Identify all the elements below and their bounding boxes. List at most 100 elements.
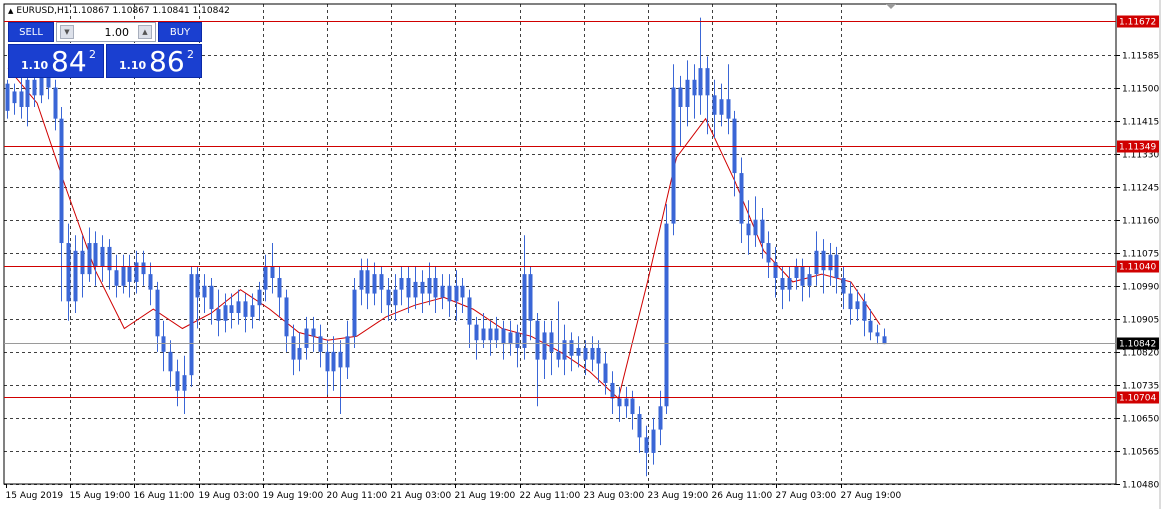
candle-body (318, 336, 323, 352)
candle-body (73, 250, 78, 302)
candle-body (379, 274, 384, 290)
candle-body (25, 79, 30, 107)
candle-body (678, 87, 683, 107)
x-tick-label: 26 Aug 11:00 (712, 491, 773, 501)
candle-body (841, 278, 846, 294)
collapse-triangle-icon[interactable]: ▲ (8, 7, 13, 15)
candle-body (447, 285, 452, 302)
x-tick-label: 27 Aug 19:00 (841, 491, 902, 501)
candle-body (855, 301, 860, 310)
candle-body (794, 266, 799, 279)
x-tick-label: 20 Aug 11:00 (327, 491, 388, 501)
candle-body (127, 266, 132, 282)
candle-body (365, 270, 370, 294)
candle-body (522, 274, 527, 348)
y-tick-label: 1.11415 (1122, 118, 1159, 128)
lot-increase-icon[interactable]: ▲ (138, 25, 152, 39)
x-tick-label: 15 Aug 19:00 (70, 491, 131, 501)
candle-body (331, 351, 336, 372)
candle-body (100, 246, 105, 267)
candle-body (821, 250, 826, 271)
candle-body (59, 118, 64, 244)
candle-body (644, 437, 649, 453)
candle-body (501, 328, 506, 345)
candle-body (80, 250, 85, 275)
x-tick-label: 27 Aug 03:00 (776, 491, 837, 501)
candle-body (651, 429, 656, 453)
candle-body (467, 297, 472, 325)
candle-body (542, 332, 547, 360)
level-price-tag-text: 1.11040 (1119, 263, 1156, 273)
candle-body (291, 336, 296, 360)
candle-body (515, 332, 520, 348)
candle-body (474, 324, 479, 341)
sell-price-button[interactable]: 1.10 84 2 (8, 44, 104, 78)
current-price-tag-text: 1.10842 (1119, 340, 1156, 350)
buy-button[interactable]: BUY (158, 22, 202, 42)
candle-body (671, 87, 676, 224)
x-tick-label: 22 Aug 11:00 (520, 491, 581, 501)
candle-body (705, 68, 710, 96)
candle-body (243, 301, 248, 317)
y-tick-label: 1.10820 (1122, 349, 1159, 359)
buy-price-button[interactable]: 1.10 86 2 (106, 44, 202, 78)
candle-body (141, 262, 146, 275)
lot-decrease-icon[interactable]: ▼ (60, 25, 74, 39)
candle-body (223, 305, 228, 321)
candle-body (297, 347, 302, 360)
candle-body (433, 278, 438, 298)
candle-body (393, 289, 398, 306)
candle-body (556, 351, 561, 360)
x-tick-label: 15 Aug 2019 (6, 491, 64, 501)
chart-window[interactable]: 1.11585 1.11500 1.11415 1.11330 1.11245 1.111… (0, 0, 1163, 509)
candle-body (420, 281, 425, 294)
x-tick-label: 21 Aug 03:00 (391, 491, 452, 501)
lot-size-value[interactable]: 1.00 (105, 26, 130, 39)
x-tick-label: 19 Aug 03:00 (199, 491, 260, 501)
candle-body (549, 332, 554, 352)
candle-body (114, 270, 119, 286)
candle-body (807, 274, 812, 286)
lot-size-field[interactable]: ▼ 1.00 ▲ (56, 22, 156, 42)
sell-price-prefix: 1.10 (21, 59, 49, 72)
candle-body (460, 285, 465, 298)
candle-body (814, 250, 819, 275)
candle-body (93, 243, 98, 267)
y-tick-label: 1.10480 (1122, 481, 1159, 491)
candle-body (494, 328, 499, 341)
candle-body (508, 332, 513, 345)
x-tick-label: 16 Aug 11:00 (134, 491, 195, 501)
level-price-tag-text: 1.11349 (1119, 143, 1156, 153)
candle-body (440, 285, 445, 298)
candle-body (753, 219, 758, 236)
candle-body (236, 301, 241, 313)
candle-body (739, 173, 744, 224)
y-tick-label: 1.10565 (1122, 448, 1159, 458)
sell-button[interactable]: SELL (8, 22, 54, 42)
y-tick-label: 1.10650 (1122, 415, 1159, 425)
candle-body (87, 243, 92, 275)
candle-body (182, 375, 187, 391)
candle-body (630, 398, 635, 415)
candle-body (53, 87, 58, 119)
y-tick-label: 1.11585 (1122, 52, 1159, 62)
candle-body (773, 262, 778, 279)
symbol-title: ▲ EURUSD,H1 1.10867 1.10867 1.10841 1.108… (8, 6, 230, 16)
candle-body (868, 320, 873, 333)
candle-body (209, 285, 214, 310)
symbol-title-text: EURUSD,H1 1.10867 1.10867 1.10841 1.1084… (16, 6, 230, 16)
candle-body (610, 382, 615, 399)
candle-body (195, 274, 200, 298)
candle-body (800, 266, 805, 286)
candle-body (637, 414, 642, 438)
candle-body (760, 219, 765, 244)
candle-body (583, 347, 588, 360)
candle-body (454, 285, 459, 302)
candle-body (488, 328, 493, 341)
candle-body (304, 328, 309, 348)
candle-body (698, 68, 703, 96)
candle-body (596, 347, 601, 364)
sell-price-pips: 84 (51, 45, 87, 78)
candle-body (882, 336, 887, 345)
candle-body (148, 274, 153, 290)
